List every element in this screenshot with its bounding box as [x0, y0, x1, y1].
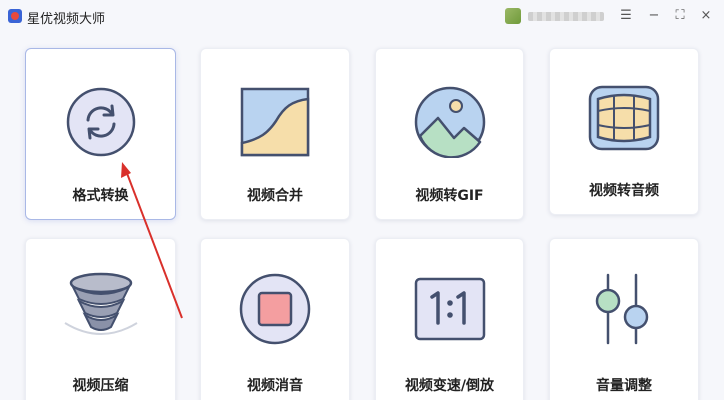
sound-grid-icon [588, 85, 660, 151]
tool-card-video-to-gif[interactable]: 视频转GIF [375, 48, 524, 220]
tool-card-video-speed[interactable]: 视频变速/倒放 [375, 238, 524, 400]
user-name-blurred[interactable] [528, 12, 604, 21]
ratio-speed-icon [414, 277, 485, 341]
title-bar: 星优视频大师 ☰ − ⛶ × [0, 0, 724, 34]
tool-card-video-compress[interactable]: 视频压缩 [25, 238, 176, 400]
tool-card-video-mute[interactable]: 视频消音 [200, 238, 350, 400]
tool-label: 视频转GIF [415, 188, 484, 204]
tool-card-volume-adjust[interactable]: 音量调整 [549, 238, 699, 400]
stop-mute-icon [239, 273, 311, 345]
slider-volume-icon [595, 273, 649, 345]
tool-label: 视频消音 [247, 378, 303, 394]
tool-label: 格式转换 [72, 188, 129, 204]
image-landscape-icon [414, 86, 485, 158]
tool-card-video-to-audio[interactable]: 视频转音频 [549, 48, 699, 215]
app-title: 星优视频大师 [27, 12, 106, 27]
refresh-convert-icon [66, 87, 135, 157]
tool-card-video-merge[interactable]: 视频合并 [200, 48, 350, 220]
tool-label: 视频合并 [247, 188, 303, 204]
tool-card-format-convert[interactable]: 格式转换 [25, 48, 176, 220]
menu-button[interactable]: ☰ [614, 5, 638, 27]
tornado-compress-icon [63, 272, 138, 335]
maximize-button[interactable]: ⛶ [668, 5, 692, 27]
minimize-button[interactable]: − [642, 5, 666, 27]
tool-label: 音量调整 [596, 378, 652, 394]
close-button[interactable]: × [694, 5, 718, 27]
app-logo-icon [8, 9, 22, 23]
curve-merge-icon [240, 87, 310, 157]
tool-label: 视频转音频 [589, 183, 659, 199]
tool-label: 视频变速/倒放 [404, 378, 495, 394]
tool-label: 视频压缩 [72, 378, 129, 394]
user-avatar[interactable] [505, 8, 521, 24]
